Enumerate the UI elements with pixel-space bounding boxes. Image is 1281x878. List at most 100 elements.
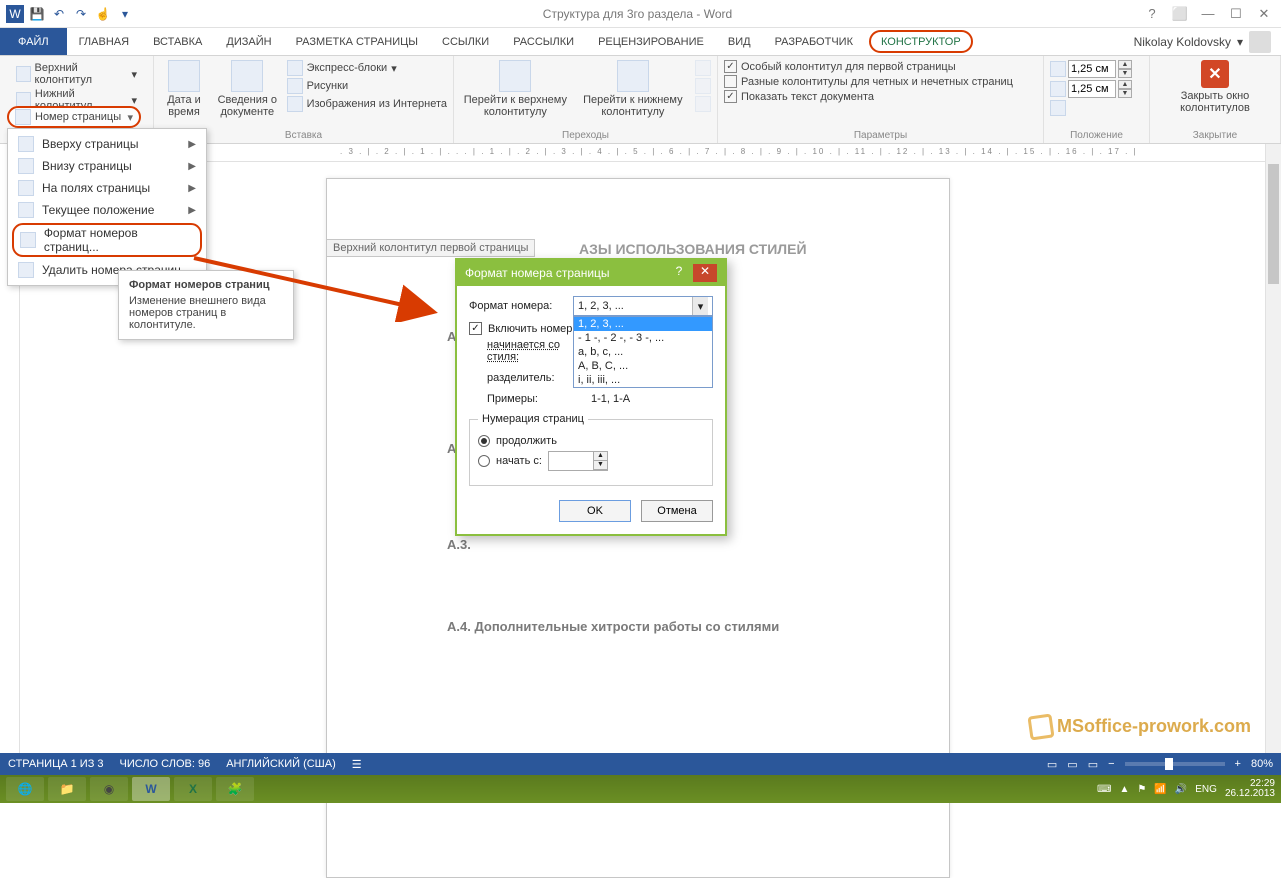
tray-clock[interactable]: 22:2926.12.2013 [1225, 779, 1275, 799]
goto-header-button[interactable]: Перейти к верхнему колонтитулу [460, 60, 571, 118]
tab-view[interactable]: ВИД [716, 28, 763, 55]
tab-insert[interactable]: ВСТАВКА [141, 28, 214, 55]
tab-mailings[interactable]: РАССЫЛКИ [501, 28, 586, 55]
quick-parts-button[interactable]: Экспресс-блоки ▾ [287, 60, 447, 76]
menu-page-margins[interactable]: На полях страницы▶ [8, 177, 206, 199]
qat-more-icon[interactable]: ▾ [116, 5, 134, 23]
chevron-down-icon[interactable]: ▾ [692, 297, 708, 315]
taskbar-excel[interactable]: X [174, 777, 212, 801]
minimize-icon[interactable]: — [1197, 6, 1219, 22]
tab-page-layout[interactable]: РАЗМЕТКА СТРАНИЦЫ [284, 28, 430, 55]
datetime-button[interactable]: Дата и время [160, 60, 208, 118]
user-indicator[interactable]: Nikolay Koldovsky ▾ [1124, 28, 1281, 55]
user-name: Nikolay Koldovsky [1134, 35, 1231, 49]
down-arrow-icon[interactable]: ▼ [593, 461, 607, 470]
menu-bottom-of-page[interactable]: Внизу страницы▶ [8, 155, 206, 177]
down-arrow-icon[interactable]: ▼ [1118, 89, 1132, 98]
scrollbar-thumb[interactable] [1268, 164, 1279, 284]
tab-header-footer-design[interactable]: КОНСТРУКТОР [869, 30, 973, 53]
footer-bottom-input[interactable] [1068, 80, 1116, 98]
ribbon-display-icon[interactable]: ⬜ [1169, 6, 1191, 22]
different-odd-even-checkbox[interactable]: Разные колонтитулы для четных и нечетных… [724, 75, 1013, 88]
language-indicator[interactable]: АНГЛИЙСКИЙ (США) [226, 758, 336, 770]
header-top-input[interactable] [1068, 60, 1116, 78]
taskbar-chrome[interactable]: ◉ [90, 777, 128, 801]
view-read-icon[interactable]: ▭ [1047, 758, 1057, 771]
maximize-icon[interactable]: ☐ [1225, 6, 1247, 22]
number-format-combobox[interactable]: 1, 2, 3, ...▾ 1, 2, 3, ... - 1 -, - 2 -,… [573, 296, 713, 316]
view-web-icon[interactable]: ▭ [1088, 758, 1098, 771]
starts-with-style-label: начинается со стиля: [487, 339, 583, 363]
tab-review[interactable]: РЕЦЕНЗИРОВАНИЕ [586, 28, 716, 55]
format-option[interactable]: A, B, C, ... [574, 359, 712, 373]
taskbar-explorer[interactable]: 📁 [48, 777, 86, 801]
continue-numbering-radio[interactable]: продолжить [478, 435, 704, 447]
save-icon[interactable]: 💾 [28, 5, 46, 23]
menu-format-page-numbers[interactable]: Формат номеров страниц... [12, 223, 202, 257]
taskbar-ie[interactable]: 🌐 [6, 777, 44, 801]
tab-home[interactable]: ГЛАВНАЯ [67, 28, 141, 55]
redo-icon[interactable]: ↷ [72, 5, 90, 23]
header-from-top-spinner[interactable]: ▲▼ [1050, 60, 1132, 78]
close-window-icon[interactable]: ✕ [1253, 6, 1275, 22]
tray-flag-icon[interactable]: ⚑ [1137, 784, 1146, 795]
tab-file[interactable]: ФАЙЛ [0, 28, 67, 55]
insert-alignment-tab-button[interactable] [1050, 100, 1132, 116]
format-option[interactable]: a, b, c, ... [574, 345, 712, 359]
different-first-page-checkbox[interactable]: ✓Особый колонтитул для первой страницы [724, 60, 1013, 73]
next-section-button [695, 78, 711, 94]
online-pictures-button[interactable]: Изображения из Интернета [287, 96, 447, 112]
tray-up-icon[interactable]: ▲ [1119, 784, 1129, 795]
page-number-dropdown[interactable]: Номер страницы ▾ [7, 106, 141, 128]
down-arrow-icon[interactable]: ▼ [1118, 69, 1132, 78]
undo-icon[interactable]: ↶ [50, 5, 68, 23]
format-option[interactable]: - 1 -, - 2 -, - 3 -, ... [574, 331, 712, 345]
contextual-tab-highlight: РАБОТА С КОЛОНТИТУЛАМИ [924, 0, 1114, 20]
zoom-in-icon[interactable]: + [1235, 758, 1241, 770]
macro-icon[interactable]: ☰ [352, 758, 362, 771]
up-arrow-icon[interactable]: ▲ [1118, 60, 1132, 69]
ok-button[interactable]: OK [559, 500, 631, 522]
menu-top-of-page[interactable]: Вверху страницы▶ [8, 133, 206, 155]
cancel-button[interactable]: Отмена [641, 500, 713, 522]
show-document-text-checkbox[interactable]: ✓Показать текст документа [724, 90, 1013, 103]
format-option[interactable]: i, ii, iii, ... [574, 373, 712, 387]
dialog-title: Формат номера страницы [465, 266, 610, 280]
pictures-button[interactable]: Рисунки [287, 78, 447, 94]
tray-keyboard-icon[interactable]: ⌨ [1097, 784, 1111, 795]
footer-from-bottom-spinner[interactable]: ▲▼ [1050, 80, 1132, 98]
docinfo-button[interactable]: Сведения о документе [216, 60, 279, 118]
zoom-out-icon[interactable]: − [1108, 758, 1114, 770]
dialog-close-icon[interactable]: ✕ [693, 264, 717, 282]
start-at-radio[interactable]: начать с: ▲▼ [478, 451, 704, 471]
view-print-icon[interactable]: ▭ [1067, 758, 1077, 771]
examples-value: 1-1, 1-A [591, 393, 630, 405]
zoom-slider[interactable] [1125, 762, 1225, 766]
vertical-scrollbar[interactable] [1265, 144, 1281, 755]
page-indicator[interactable]: СТРАНИЦА 1 ИЗ 3 [8, 758, 104, 770]
tab-references[interactable]: ССЫЛКИ [430, 28, 501, 55]
help-icon[interactable]: ? [1141, 6, 1163, 22]
header-dropdown[interactable]: Верхний колонтитул ▾ [16, 62, 137, 86]
touch-icon[interactable]: ☝ [94, 5, 112, 23]
taskbar-app[interactable]: 🧩 [216, 777, 254, 801]
tab-developer[interactable]: РАЗРАБОТЧИК [763, 28, 865, 55]
start-at-spinner[interactable]: ▲▼ [548, 451, 608, 471]
zoom-level[interactable]: 80% [1251, 758, 1273, 770]
menu-current-position[interactable]: Текущее положение▶ [8, 199, 206, 221]
tray-lang[interactable]: ENG [1195, 784, 1217, 795]
checkbox-icon: ✓ [724, 60, 737, 73]
tray-volume-icon[interactable]: 🔊 [1175, 784, 1187, 795]
dialog-titlebar[interactable]: Формат номера страницы ? ✕ [457, 260, 725, 286]
dialog-help-icon[interactable]: ? [667, 264, 691, 282]
up-arrow-icon[interactable]: ▲ [593, 452, 607, 461]
group-title: Закрытие [1156, 128, 1274, 141]
word-count[interactable]: ЧИСЛО СЛОВ: 96 [120, 758, 211, 770]
up-arrow-icon[interactable]: ▲ [1118, 80, 1132, 89]
goto-footer-button[interactable]: Перейти к нижнему колонтитулу [579, 60, 687, 118]
taskbar-word[interactable]: W [132, 777, 170, 801]
tray-network-icon[interactable]: 📶 [1154, 784, 1166, 795]
format-option[interactable]: 1, 2, 3, ... [574, 317, 712, 331]
close-header-footer-button[interactable]: ✕ Закрыть окно колонтитулов [1156, 60, 1274, 114]
tab-design[interactable]: ДИЗАЙН [214, 28, 283, 55]
